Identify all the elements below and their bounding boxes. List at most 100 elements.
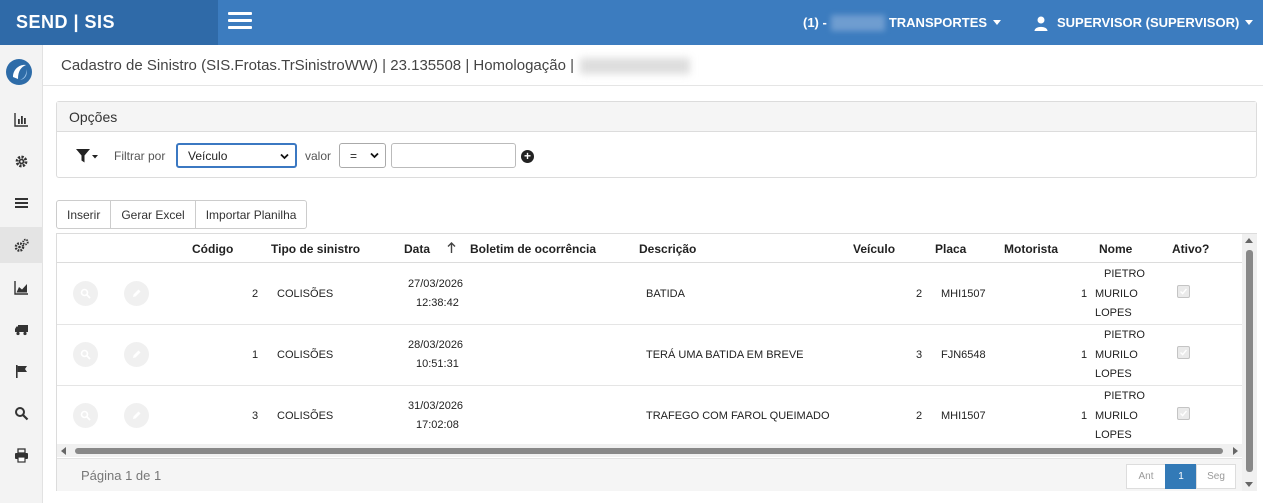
sidebar-item-config[interactable] [0, 227, 43, 263]
vertical-scrollbar[interactable] [1242, 234, 1257, 491]
cell-time: 12:38:42 [416, 297, 459, 309]
col-header-placa[interactable]: Placa [935, 234, 966, 263]
active-checkbox [1177, 285, 1190, 298]
cell-time: 17:02:08 [416, 419, 459, 431]
add-filter-icon[interactable]: + [521, 150, 534, 163]
company-name: TRANSPORTES [888, 15, 988, 30]
sidebar-item-settings[interactable] [0, 143, 43, 179]
page-button-current[interactable]: 1 [1165, 464, 1197, 489]
active-checkbox [1177, 407, 1190, 420]
check-icon [1180, 349, 1187, 356]
sort-ascending-icon[interactable] [447, 242, 456, 254]
table-row[interactable]: 1 COLISÕES 28/03/2026 10:51:31 TERÁ UMA … [57, 325, 1242, 386]
edit-button[interactable] [124, 342, 149, 367]
col-header-data[interactable]: Data [404, 234, 430, 263]
cell-date: 31/03/2026 [408, 400, 464, 412]
sidebar-item-search[interactable] [0, 395, 43, 431]
sidebar-item-print[interactable] [0, 437, 43, 473]
chevron-down-icon [280, 153, 289, 160]
col-ativo-label: Ativo? [1172, 241, 1210, 256]
cell-descricao: TERÁ UMA BATIDA EM BREVE [646, 349, 804, 361]
col-header-boletim[interactable]: Boletim de ocorrência [470, 234, 596, 263]
cell-descricao: TRAFEGO COM FAROL QUEIMADO [646, 410, 830, 422]
check-icon [1180, 410, 1187, 417]
import-spreadsheet-button[interactable]: Importar Planilha [194, 200, 308, 229]
prev-page-button[interactable]: Ant [1126, 464, 1166, 489]
scroll-up-icon[interactable] [1245, 238, 1253, 243]
col-data-label: Data [404, 241, 431, 256]
cell-nome-2: MURILO [1095, 410, 1138, 422]
active-checkbox [1177, 346, 1190, 359]
sidebar-item-analytics[interactable] [0, 269, 43, 305]
col-header-veiculo[interactable]: Veículo [853, 234, 895, 263]
col-header-ativo[interactable]: Ativo? [1172, 234, 1209, 263]
table-row[interactable]: 3 COLISÕES 31/03/2026 17:02:08 TRAFEGO C… [57, 386, 1242, 447]
col-header-nome[interactable]: Nome [1099, 234, 1132, 263]
filter-label: Filtrar por [114, 149, 166, 163]
print-icon [15, 447, 28, 463]
cell-tipo: COLISÕES [277, 349, 334, 361]
filter-icon[interactable] [75, 148, 99, 164]
col-header-motorista[interactable]: Motorista [1004, 234, 1058, 263]
cell-nome-1: PIETRO [1104, 329, 1145, 341]
search-icon [80, 349, 91, 360]
horizontal-scrollbar[interactable] [57, 444, 1242, 457]
cell-time: 10:51:31 [416, 358, 459, 370]
cell-placa: FJN6548 [941, 349, 986, 361]
company-prefix: (1) - [803, 15, 827, 30]
cell-motorista: 1 [1081, 349, 1088, 361]
view-button[interactable] [73, 403, 98, 428]
user-icon [1034, 16, 1048, 31]
cell-date: 28/03/2026 [408, 339, 464, 351]
col-header-tipo[interactable]: Tipo de sinistro [271, 234, 360, 263]
cell-codigo: 3 [252, 410, 259, 422]
truck-icon [15, 324, 28, 335]
cell-nome-3: LOPES [1095, 307, 1132, 319]
grid-footer: Página 1 de 1 Ant 1 Seg [57, 458, 1242, 491]
filter-value-input[interactable] [391, 143, 516, 168]
col-header-descricao[interactable]: Descrição [639, 234, 696, 263]
cell-motorista: 1 [1081, 288, 1088, 300]
search-icon [80, 410, 91, 421]
search-icon [80, 288, 91, 299]
col-header-codigo[interactable]: Código [192, 234, 233, 263]
col-veiculo-label: Veículo [853, 241, 896, 256]
cell-codigo: 2 [252, 288, 259, 300]
view-button[interactable] [73, 281, 98, 306]
cell-placa: MHI1507 [941, 288, 986, 300]
table-row[interactable]: 2 COLISÕES 27/03/2026 12:38:42 BATIDA 2 … [57, 264, 1242, 325]
company-selector[interactable]: (1) - TRANSPORTES [803, 0, 1002, 45]
edit-button[interactable] [124, 403, 149, 428]
next-page-button[interactable]: Seg [1196, 464, 1236, 489]
scroll-down-icon[interactable] [1245, 482, 1253, 487]
cell-nome-2: MURILO [1095, 288, 1138, 300]
menu-toggle-icon[interactable] [228, 12, 252, 32]
scroll-left-icon[interactable] [61, 447, 66, 455]
cell-date: 27/03/2026 [408, 278, 464, 290]
sidebar-item-reports[interactable] [0, 101, 43, 137]
options-title: Opções [57, 102, 1256, 132]
scroll-right-icon[interactable] [1233, 447, 1238, 455]
cell-codigo: 1 [252, 349, 259, 361]
insert-button[interactable]: Inserir [56, 200, 112, 229]
pagination: Ant 1 Seg [1126, 464, 1236, 489]
pencil-icon [133, 411, 141, 419]
user-menu[interactable]: SUPERVISOR (SUPERVISOR) [1033, 0, 1254, 45]
col-boletim-label: Boletim de ocorrência [470, 241, 597, 256]
view-button[interactable] [73, 342, 98, 367]
sidebar-item-flags[interactable] [0, 353, 43, 389]
vertical-scroll-thumb[interactable] [1246, 250, 1253, 472]
operator-select[interactable]: = [339, 143, 386, 168]
filter-field-select[interactable]: Veículo [176, 143, 297, 168]
sidebar-item-list[interactable] [0, 185, 43, 221]
horizontal-scroll-thumb[interactable] [75, 448, 1223, 454]
page-info: Página 1 de 1 [81, 468, 162, 483]
brand-logo[interactable]: SEND | SIS [0, 0, 218, 45]
sidebar-item-fleet[interactable] [0, 311, 43, 347]
chevron-down-icon [370, 152, 379, 159]
cell-nome-2: MURILO [1095, 349, 1138, 361]
export-excel-button[interactable]: Gerar Excel [110, 200, 196, 229]
edit-button[interactable] [124, 281, 149, 306]
redacted-environment [580, 57, 691, 74]
cell-nome-1: PIETRO [1104, 390, 1145, 402]
